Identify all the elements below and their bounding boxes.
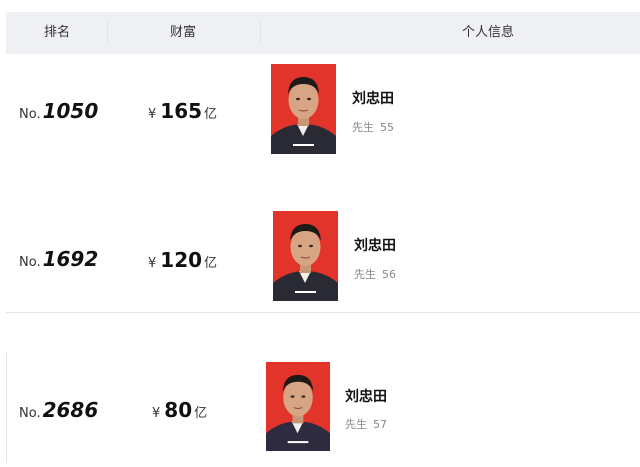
- wealth-value: 165: [160, 99, 203, 123]
- person-meta: 先生 56: [354, 266, 396, 282]
- person-title: 先生: [345, 418, 367, 431]
- avatar[interactable]: [271, 64, 336, 154]
- header-info: 个人信息: [462, 25, 515, 40]
- person-title: 先生: [352, 121, 374, 134]
- header-wealth: 财富: [170, 25, 197, 40]
- row-divider: [6, 312, 640, 313]
- person-name[interactable]: 刘忠田: [345, 386, 387, 406]
- header-divider: [107, 21, 108, 45]
- avatar[interactable]: [273, 211, 338, 301]
- rank-number: 1692: [42, 247, 99, 271]
- wealth-unit: 亿: [204, 107, 218, 122]
- currency-symbol: ¥: [148, 107, 157, 122]
- avatar[interactable]: [266, 362, 330, 451]
- person-name[interactable]: 刘忠田: [352, 88, 394, 108]
- header-rank: 排名: [44, 25, 71, 40]
- person-meta: 先生 57: [345, 416, 387, 432]
- rank-prefix: No.: [19, 406, 41, 421]
- wealth-cell: ¥165 亿: [148, 99, 217, 123]
- rank-prefix: No.: [19, 107, 41, 122]
- person-title: 先生: [354, 268, 376, 281]
- currency-symbol: ¥: [148, 256, 157, 271]
- wealth-value: 80: [164, 398, 193, 422]
- wealth-cell: ¥120 亿: [148, 248, 217, 272]
- rank-cell: No. 1692: [19, 247, 98, 271]
- person-meta: 先生 55: [352, 119, 394, 135]
- wealth-value: 120: [160, 248, 203, 272]
- wealth-cell: ¥80 亿: [152, 398, 207, 422]
- header-divider: [260, 21, 261, 45]
- rank-number: 2686: [42, 398, 99, 422]
- wealth-unit: 亿: [204, 256, 218, 271]
- portrait-image: [266, 362, 330, 451]
- person-age: 57: [373, 418, 387, 431]
- rank-cell: No. 2686: [19, 398, 98, 422]
- person-name[interactable]: 刘忠田: [354, 235, 396, 255]
- wealth-unit: 亿: [194, 406, 208, 421]
- person-age: 55: [380, 121, 394, 134]
- currency-symbol: ¥: [152, 406, 161, 421]
- rank-number: 1050: [42, 99, 99, 123]
- rank-cell: No. 1050: [19, 99, 98, 123]
- person-age: 56: [382, 268, 396, 281]
- column-divider: [6, 352, 7, 462]
- table-header: 排名 财富 个人信息: [6, 12, 640, 54]
- rank-prefix: No.: [19, 255, 41, 270]
- portrait-image: [271, 64, 336, 154]
- portrait-image: [273, 211, 338, 301]
